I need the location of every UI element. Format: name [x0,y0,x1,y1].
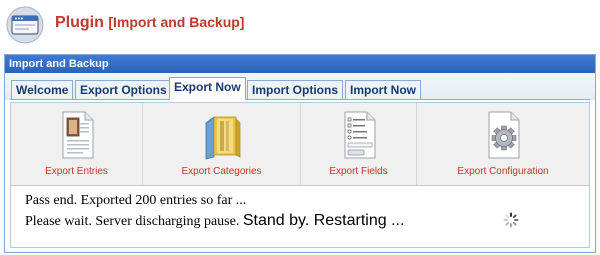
export-configuration-label: Export Configuration [457,166,549,177]
form-fields-icon [337,109,381,161]
tab-export-now[interactable]: Export Now [169,77,246,100]
gear-configuration-icon [481,109,525,161]
status-line-2-prefix: Please wait. Server discharging pause. [25,214,240,229]
export-fields-button[interactable]: Export Fields [301,103,417,185]
export-fields-label: Export Fields [329,166,388,177]
tab-welcome[interactable]: Welcome [11,80,74,99]
status-line-1: Pass end. Exported 200 entries so far ..… [25,193,247,208]
tab-import-options[interactable]: Import Options [247,80,343,99]
import-backup-panel: Import and Backup Welcome Export Options… [4,54,596,253]
panel-title: Import and Backup [5,55,595,73]
plugin-monitor-icon [5,5,45,45]
folder-categories-icon [200,109,244,161]
document-entries-icon [55,109,99,161]
loading-spinner-icon [503,212,519,228]
status-line-2-suffix: Stand by. Restarting ... [242,212,405,229]
export-entries-label: Export Entries [45,166,108,177]
tab-import-now[interactable]: Import Now [345,80,421,99]
export-options-row: Export Entries Export Categories Export … [11,103,589,186]
title-plugin: Plugin [55,14,104,31]
export-configuration-button[interactable]: Export Configuration [417,103,589,185]
tab-export-options[interactable]: Export Options [75,80,172,99]
status-line-2: Please wait. Server discharging pause. S… [25,211,404,231]
title-section: [Import and Backup] [108,14,245,30]
page-title: Plugin [Import and Backup] [55,14,244,32]
page-header: Plugin [Import and Backup] [0,0,600,48]
export-entries-button[interactable]: Export Entries [11,103,143,185]
tab-bar: Welcome Export Options Export Now Import… [5,73,595,100]
export-status: Pass end. Exported 200 entries so far ..… [25,191,404,231]
export-categories-button[interactable]: Export Categories [143,103,301,185]
export-categories-label: Export Categories [181,166,262,177]
export-now-content: Export Entries Export Categories Export … [10,102,590,248]
